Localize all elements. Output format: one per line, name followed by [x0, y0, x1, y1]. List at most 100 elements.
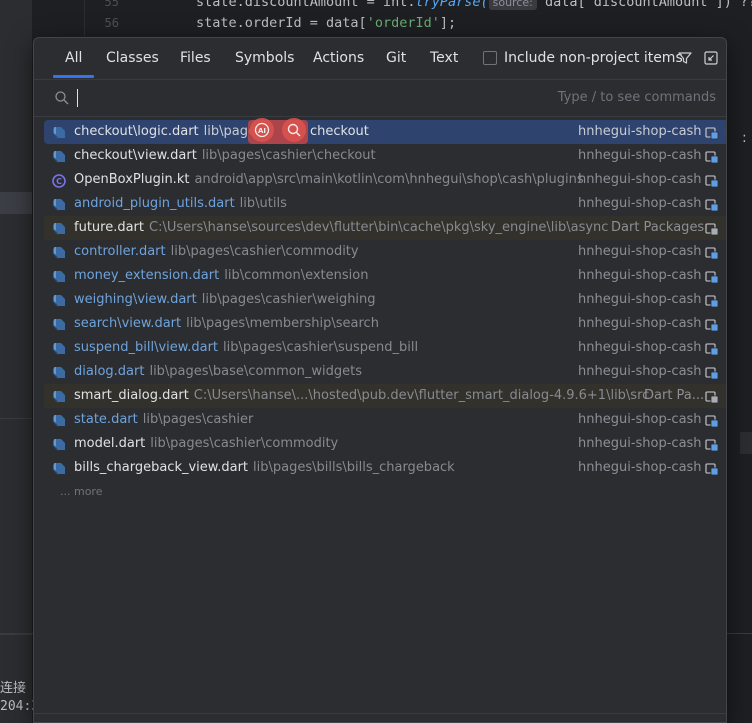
- search-everywhere-popup: All Classes Files Symbols Actions Git Te…: [33, 37, 727, 723]
- result-name: state.dart lib\pages\cashier: [74, 412, 254, 427]
- search-row: Type / to see commands: [34, 80, 726, 116]
- result-path: C:\Users\hanse\...\hosted\pub.dev\flutte…: [193, 388, 650, 403]
- active-tab-indicator: [53, 75, 94, 78]
- dart-file-icon: [52, 317, 66, 331]
- open-in-tool-window-icon[interactable]: [704, 51, 718, 65]
- parameter-hint: source:: [488, 0, 537, 10]
- library-icon: [705, 221, 719, 236]
- dart-file-icon: [52, 149, 66, 163]
- result-path: lib\pages\cashier\commodity: [150, 436, 339, 451]
- line-number-gutter: 55 56: [84, 0, 129, 36]
- module-icon: [705, 173, 719, 188]
- dart-file-icon: [52, 437, 66, 451]
- result-project: hnhegui-shop-cash: [578, 172, 702, 187]
- search-icon: [55, 91, 69, 105]
- result-path-tail: checkout: [310, 124, 369, 139]
- search-hint: Type / to see commands: [557, 90, 716, 105]
- result-project: hnhegui-shop-cash: [578, 124, 702, 139]
- result-project: hnhegui-shop-cash: [578, 244, 702, 259]
- result-row[interactable]: future.dart C:\Users\hanse\sources\dev\fl…: [44, 216, 726, 240]
- sidebar-selected-item[interactable]: [0, 192, 32, 214]
- result-row[interactable]: smart_dialog.dart C:\Users\hanse\...\host…: [44, 384, 726, 408]
- popup-footer: [34, 713, 726, 722]
- ai-icon[interactable]: AI: [250, 118, 274, 142]
- search-magnifier-icon[interactable]: [282, 118, 306, 142]
- result-name: model.dart lib\pages\cashier\commodity: [74, 436, 339, 451]
- tab-git[interactable]: Git: [386, 50, 406, 66]
- result-row[interactable]: suspend_bill\view.dart lib\pages\cashier\…: [44, 336, 726, 360]
- result-name: OpenBoxPlugin.kt android\app\src\main\kot…: [74, 172, 584, 187]
- result-name: weighing\view.dart lib\pages\cashier\weig…: [74, 292, 376, 307]
- divider: [34, 116, 726, 117]
- module-icon: [705, 149, 719, 164]
- result-project: Dart Pa...: [644, 388, 705, 403]
- editor-scroll-marker: [740, 432, 752, 454]
- result-project: Dart Packages: [611, 220, 705, 235]
- result-path: lib\pages\cashier\weighing: [201, 292, 376, 307]
- tab-files[interactable]: Files: [180, 50, 211, 66]
- result-path: lib\common\extension: [224, 268, 369, 283]
- result-project: hnhegui-shop-cash: [578, 364, 702, 379]
- more-results-link[interactable]: ... more: [44, 480, 726, 504]
- result-path: lib\utils: [239, 196, 287, 211]
- include-non-project-toggle[interactable]: Include non-project items: [483, 50, 683, 66]
- result-project: hnhegui-shop-cash: [578, 196, 702, 211]
- dart-file-icon: [52, 197, 66, 211]
- result-row[interactable]: model.dart lib\pages\cashier\commodity hnh…: [44, 432, 726, 456]
- result-name: search\view.dart lib\pages\membership\sea…: [74, 316, 379, 331]
- text-caret: [77, 89, 78, 107]
- module-icon: [705, 437, 719, 452]
- dart-file-icon: [52, 245, 66, 259]
- result-name: smart_dialog.dart C:\Users\hanse\...\host…: [74, 388, 650, 403]
- dart-file-icon: [52, 389, 66, 403]
- result-row[interactable]: search\view.dart lib\pages\membership\sea…: [44, 312, 726, 336]
- search-input[interactable]: [76, 88, 476, 108]
- result-row[interactable]: state.dart lib\pages\cashier hnhegui-shop-…: [44, 408, 726, 432]
- result-name: controller.dart lib\pages\cashier\commodi…: [74, 244, 359, 259]
- console-text: 连接: [0, 681, 27, 696]
- module-icon: [705, 317, 719, 332]
- code-line[interactable]: state.discountAmount = int.tryParse(sour…: [196, 0, 752, 10]
- result-row[interactable]: dialog.dart lib\pages\base\common_widgets…: [44, 360, 726, 384]
- result-path: lib\pages\cashier\suspend_bill: [223, 340, 419, 355]
- library-icon: [705, 389, 719, 404]
- result-row[interactable]: money_extension.dart lib\common\extension…: [44, 264, 726, 288]
- dart-file-icon: [52, 269, 66, 283]
- code-fragment: :: [742, 130, 747, 146]
- tab-actions[interactable]: Actions: [313, 50, 364, 66]
- code-line[interactable]: state.orderId = data['orderId'];: [196, 15, 456, 31]
- dart-file-icon: [52, 461, 66, 475]
- result-name: future.dart C:\Users\hanse\sources\dev\fl…: [74, 220, 609, 235]
- result-row[interactable]: controller.dart lib\pages\cashier\commodi…: [44, 240, 726, 264]
- result-row[interactable]: bills_chargeback_view.dart lib\pages\bill…: [44, 456, 726, 480]
- result-name: checkout\view.dart lib\pages\cashier\chec…: [74, 148, 376, 163]
- filter-icon[interactable]: [677, 50, 693, 66]
- result-name: bills_chargeback_view.dart lib\pages\bill…: [74, 460, 455, 475]
- result-row[interactable]: weighing\view.dart lib\pages\cashier\weig…: [44, 288, 726, 312]
- svg-text:AI: AI: [258, 127, 266, 135]
- result-row[interactable]: C OpenBoxPlugin.kt android\app\src\main\ko…: [44, 168, 726, 192]
- line-number: 55: [104, 0, 119, 9]
- module-icon: [705, 125, 719, 140]
- dart-file-icon: [52, 341, 66, 355]
- module-icon: [705, 269, 719, 284]
- result-path: C:\Users\hanse\sources\dev\flutter\bin\c…: [149, 220, 609, 235]
- result-name: checkout\logic.dart lib\pages: [74, 124, 263, 139]
- tab-all[interactable]: All: [65, 50, 82, 66]
- result-path: lib\pages\base\common_widgets: [149, 364, 363, 379]
- result-project: hnhegui-shop-cash: [578, 148, 702, 163]
- result-project: hnhegui-shop-cash: [578, 412, 702, 427]
- tab-classes[interactable]: Classes: [106, 50, 159, 66]
- tab-text[interactable]: Text: [430, 50, 458, 66]
- result-row[interactable]: checkout\view.dart lib\pages\cashier\chec…: [44, 144, 726, 168]
- include-non-project-checkbox[interactable]: [483, 51, 497, 65]
- result-row[interactable]: checkout\logic.dart lib\pages AI checkout hn…: [44, 118, 726, 144]
- result-row[interactable]: android_plugin_utils.dart lib\utils hnhegu…: [44, 192, 726, 216]
- tab-symbols[interactable]: Symbols: [235, 50, 294, 66]
- module-icon: [705, 413, 719, 428]
- sidebar-divider: [0, 634, 32, 635]
- svg-text:C: C: [56, 177, 62, 186]
- search-tabs: All Classes Files Symbols Actions Git Te…: [34, 38, 726, 78]
- result-path: lib\pages\membership\search: [186, 316, 379, 331]
- module-icon: [705, 461, 719, 476]
